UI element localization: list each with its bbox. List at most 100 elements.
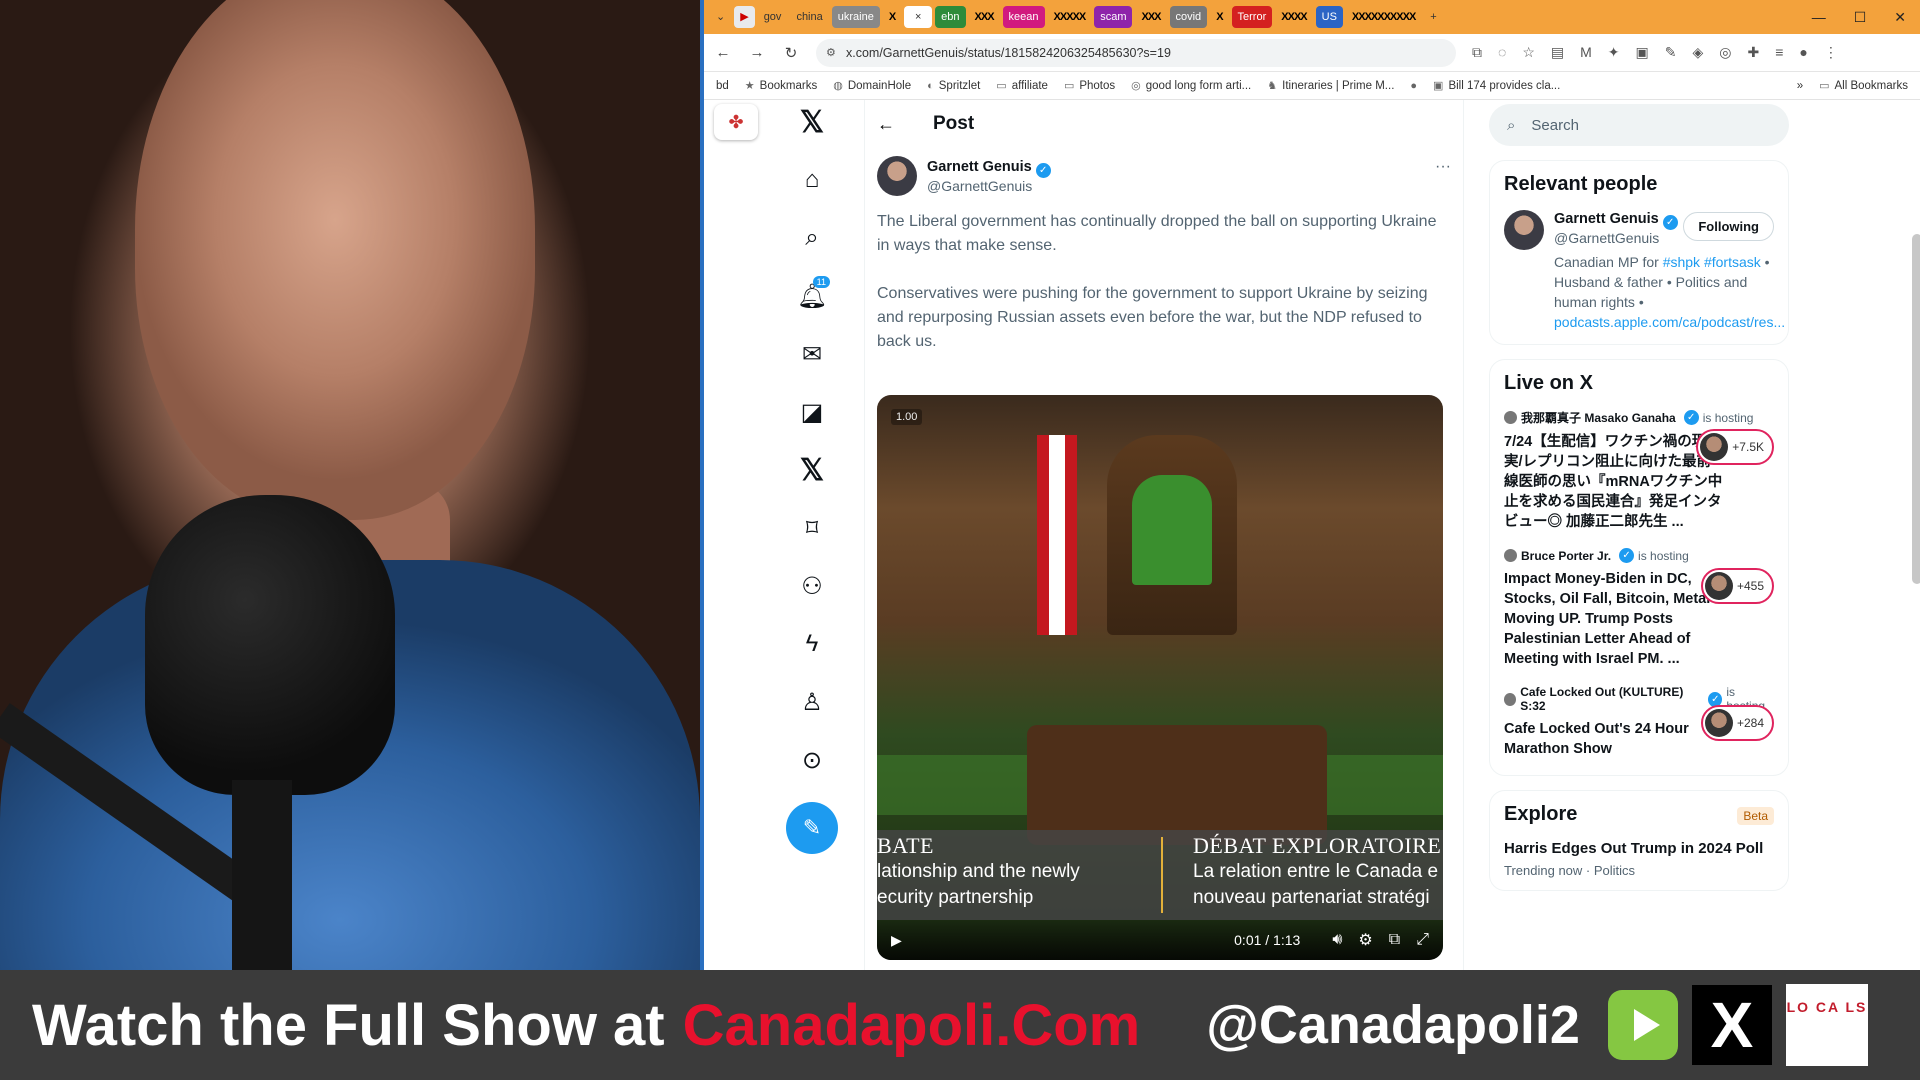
canadian-flag <box>1037 435 1077 635</box>
communities-icon[interactable]: ⚇ <box>790 564 834 608</box>
tab-group-gov[interactable]: gov <box>758 6 788 28</box>
tab-x-group-3[interactable]: XXX <box>1135 6 1166 28</box>
fullscreen-icon[interactable]: ⤢ <box>1416 931 1429 949</box>
hashtag-shpk[interactable]: #shpk <box>1663 254 1700 270</box>
bookmark-bookmarks[interactable]: ★ Bookmarks <box>745 79 817 93</box>
bookmark-photos[interactable]: ▭ Photos <box>1064 79 1115 93</box>
home-icon[interactable]: ⌂ <box>790 158 834 202</box>
avatar[interactable] <box>877 156 917 196</box>
tab-list-icon[interactable]: ⌄ <box>710 6 731 28</box>
trend-title[interactable]: Harris Edges Out Trump in 2024 Poll <box>1504 840 1774 857</box>
extension-5-icon[interactable]: ◈ <box>1693 44 1704 61</box>
following-button[interactable]: Following <box>1683 212 1774 241</box>
eye-off-icon[interactable]: ◌ <box>1498 44 1506 61</box>
menu-kebab-icon[interactable]: ⋮ <box>1824 44 1838 61</box>
bookmarks-overflow[interactable]: » <box>1797 80 1803 92</box>
youtube-tab-icon[interactable]: ▶ <box>734 6 755 28</box>
back-arrow-icon[interactable]: ← <box>877 114 895 135</box>
bookmark-bd[interactable]: bd <box>716 80 729 92</box>
reading-list-icon[interactable]: ≡ <box>1775 44 1783 61</box>
bookmark-long-form[interactable]: ◎ good long form arti... <box>1131 79 1251 93</box>
extensions-puzzle-icon[interactable]: ✚ <box>1748 44 1760 61</box>
compose-post-button[interactable]: ✎ <box>786 802 838 854</box>
bookmark-itineraries[interactable]: ♞ Itineraries | Prime M... <box>1267 79 1394 93</box>
tab-x-group-5[interactable]: XXXX <box>1275 6 1312 28</box>
maximize-icon[interactable]: ☐ <box>1854 9 1867 26</box>
tab-group-us[interactable]: US <box>1315 6 1343 28</box>
grok-icon[interactable]: ◪ <box>790 390 834 434</box>
minimize-icon[interactable]: — <box>1812 9 1826 26</box>
notifications-icon[interactable]: 🔔︎ 11 <box>790 274 834 318</box>
install-icon[interactable]: ⧉ <box>1472 44 1482 61</box>
caption-fr-line2: nouveau partenariat stratégi <box>1193 887 1430 908</box>
hashtag-fortsask[interactable]: #fortsask <box>1704 254 1761 270</box>
extension-3-icon[interactable]: ▣ <box>1636 44 1649 61</box>
host-name: Bruce Porter Jr. <box>1521 548 1612 563</box>
extension-overlay-icon[interactable]: ✤ <box>714 104 758 140</box>
verified-orgs-icon[interactable]: ϟ <box>790 622 834 666</box>
reload-icon[interactable]: ↻ <box>782 44 800 62</box>
tab-x-group-6[interactable]: XXXXXXXXXX <box>1346 6 1421 28</box>
author-handle[interactable]: @GarnettGenuis <box>927 178 1051 194</box>
bookmark-affiliate[interactable]: ▭ affiliate <box>996 79 1048 93</box>
bookmark-star-icon[interactable]: ☆ <box>1522 44 1535 61</box>
tab-group-scam[interactable]: scam <box>1094 6 1133 28</box>
relevant-person-name[interactable]: Garnett Genuis <box>1554 211 1659 227</box>
x-logo-icon[interactable]: 𝕏 <box>790 100 834 144</box>
tab-x-group-2[interactable]: XXXXX <box>1048 6 1092 28</box>
picture-in-picture-icon[interactable]: ⧉ <box>1389 931 1400 949</box>
extension-6-icon[interactable]: ◎ <box>1719 44 1731 61</box>
relevant-person: Garnett Genuis ✓ @GarnettGenuis Canadian … <box>1504 210 1785 332</box>
page-scrollbar[interactable] <box>1912 234 1920 584</box>
tab-x[interactable]: X <box>883 6 901 28</box>
messages-icon[interactable]: ✉ <box>790 332 834 376</box>
tab-x-group-4[interactable]: X <box>1210 6 1228 28</box>
bookmark-domainhole[interactable]: ◍ DomainHole <box>833 79 911 93</box>
bookmark-label: bd <box>716 79 729 92</box>
avatar[interactable] <box>1504 210 1544 250</box>
profile-icon[interactable]: ♙ <box>790 680 834 724</box>
listener-count: +284 <box>1700 705 1774 741</box>
live-space-item[interactable]: Cafe Locked Out (KULTURE) S:32✓is hostin… <box>1504 685 1774 759</box>
extension-gmail-icon[interactable]: M <box>1580 44 1592 61</box>
volume-icon[interactable]: 🔊︎ <box>1332 931 1342 949</box>
live-space-item[interactable]: Bruce Porter Jr. ✓ is hosting Impact Money… <box>1504 548 1774 669</box>
search-input[interactable]: ⌕ Search <box>1489 104 1789 146</box>
site-info-icon[interactable]: ⚙ <box>826 39 836 67</box>
live-space-item[interactable]: 我那覇真子 Masako Ganaha ✓ is hosting 7/24【生配信】… <box>1504 409 1774 532</box>
extension-1-icon[interactable]: ▤ <box>1551 44 1564 61</box>
premium-icon[interactable]: 𝕏 <box>790 448 834 492</box>
play-icon[interactable]: ▶ <box>891 932 902 949</box>
tab-group-terror[interactable]: Terror <box>1231 6 1273 28</box>
more-options-icon[interactable]: ··· <box>1435 158 1451 176</box>
tab-active-close[interactable]: × <box>904 6 933 28</box>
bookmark-spritzlet[interactable]: ◐ Spritzlet <box>927 80 980 92</box>
tab-group-ukraine[interactable]: ukraine <box>831 6 880 28</box>
tab-group-covid[interactable]: covid <box>1169 6 1208 28</box>
close-icon[interactable]: ✕ <box>1894 9 1906 26</box>
more-icon[interactable]: ⊙ <box>790 738 834 782</box>
back-icon[interactable]: ← <box>714 44 732 61</box>
trend-meta: Trending now · Politics <box>1504 863 1636 878</box>
new-tab-button[interactable]: + <box>1424 6 1442 28</box>
forward-icon[interactable]: → <box>748 44 766 61</box>
author-display-name[interactable]: Garnett Genuis <box>927 159 1032 175</box>
settings-gear-icon[interactable]: ⚙ <box>1358 930 1372 950</box>
caption-fr-title: DÉBAT EXPLORATOIRE <box>1193 833 1442 858</box>
bookmark-bill-174[interactable]: ▣ Bill 174 provides cla... <box>1433 79 1560 93</box>
tab-x-group-1[interactable]: XXX <box>969 6 1000 28</box>
post-paragraph-1: The Liberal government has continually d… <box>877 213 1437 254</box>
extension-2-icon[interactable]: ✦ <box>1608 44 1620 61</box>
tab-group-keean[interactable]: keean <box>1002 6 1045 28</box>
video-player[interactable]: 1.00 BATE lationship and the newly ecuri… <box>877 395 1443 960</box>
tab-group-china[interactable]: china <box>790 6 828 28</box>
url-field[interactable]: ⚙ x.com/GarnettGenuis/status/18158242063… <box>816 38 1456 67</box>
bookmark-github[interactable]: ● <box>1410 80 1417 92</box>
tab-group-ebn[interactable]: ebn <box>935 6 966 28</box>
search-icon[interactable]: ⌕ <box>790 216 834 260</box>
profile-avatar-icon[interactable]: ● <box>1799 44 1807 61</box>
extension-4-icon[interactable]: ✎ <box>1665 44 1677 61</box>
bookmarks-icon[interactable]: ⌑ <box>790 506 834 550</box>
all-bookmarks[interactable]: ▭ All Bookmarks <box>1819 79 1908 93</box>
bio-link[interactable]: podcasts.apple.com/ca/podcast/res... <box>1554 312 1785 332</box>
